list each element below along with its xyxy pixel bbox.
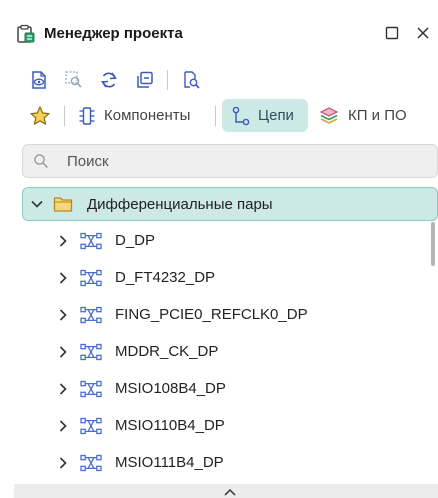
tree-item[interactable]: MSIO108B4_DP — [0, 371, 438, 408]
panel-title: Менеджер проекта — [44, 25, 183, 42]
maximize-button[interactable] — [382, 23, 402, 43]
tree-item[interactable]: MSIO111B4_DP — [0, 445, 438, 482]
tree-item[interactable]: MSIO110B4_DP — [0, 408, 438, 445]
tree-item-label: MDDR_CK_DP — [115, 343, 219, 360]
tab-pads-vias[interactable]: КП и ПО — [314, 99, 424, 132]
vertical-scrollbar-thumb[interactable] — [431, 222, 435, 266]
tree-item-label: D_FT4232_DP — [115, 269, 216, 286]
project-manager-icon — [16, 24, 36, 44]
net-tab-icon — [232, 106, 250, 126]
differential-pair-icon — [80, 454, 102, 472]
tree-item[interactable]: D_FT4232_DP — [0, 260, 438, 297]
chevron-right-icon[interactable] — [55, 455, 71, 471]
tree-group-label: Дифференциальные пары — [87, 196, 273, 213]
search-box[interactable] — [22, 144, 438, 178]
tree-group-differential-pairs[interactable]: Дифференциальные пары — [22, 187, 438, 221]
tab-pads-vias-label: КП и ПО — [348, 106, 407, 124]
zoom-selection-icon[interactable] — [62, 68, 86, 92]
tree-item-label: FING_PCIE0_REFCLK0_DP — [115, 306, 308, 323]
chevron-right-icon[interactable] — [55, 270, 71, 286]
chevron-right-icon[interactable] — [55, 233, 71, 249]
tab-components[interactable]: Компоненты — [74, 99, 212, 132]
refresh-icon[interactable] — [97, 68, 121, 92]
differential-pair-icon — [80, 306, 102, 324]
folder-icon — [53, 195, 73, 213]
differential-pair-icon — [80, 343, 102, 361]
differential-pair-icon — [80, 269, 102, 287]
chevron-right-icon[interactable] — [55, 307, 71, 323]
tree-item[interactable]: D_DP — [0, 223, 438, 260]
collapse-all-icon[interactable] — [133, 68, 157, 92]
tab-components-label: Компоненты — [104, 106, 191, 124]
search-icon — [33, 153, 49, 169]
tab-nets[interactable]: Цепи — [222, 99, 308, 132]
search-input[interactable] — [67, 149, 427, 173]
tree-item-label: MSIO110B4_DP — [115, 417, 225, 434]
differential-pair-icon — [80, 380, 102, 398]
chevron-up-icon[interactable] — [223, 485, 237, 497]
chevron-right-icon[interactable] — [55, 344, 71, 360]
tree-item-label: MSIO111B4_DP — [115, 454, 224, 471]
tab-divider — [64, 106, 65, 126]
differential-pair-icon — [80, 417, 102, 435]
close-button[interactable] — [413, 23, 433, 43]
layers-icon — [318, 105, 340, 127]
tree-item[interactable]: FING_PCIE0_REFCLK0_DP — [0, 297, 438, 334]
tree-item-label: D_DP — [115, 232, 156, 249]
favorites-star-icon[interactable] — [28, 104, 52, 128]
tree-item[interactable]: MDDR_CK_DP — [0, 334, 438, 371]
differential-pair-icon — [80, 232, 102, 250]
tab-divider — [215, 106, 216, 126]
panel-title-bar: Менеджер проекта — [0, 0, 438, 66]
find-document-icon[interactable] — [179, 68, 203, 92]
component-icon — [78, 106, 96, 126]
net-tree: Дифференциальные пары D_DP D_FT4232_DP FIN… — [0, 186, 438, 482]
chevron-right-icon[interactable] — [55, 418, 71, 434]
chevron-down-icon[interactable] — [29, 196, 45, 212]
tab-nets-label: Цепи — [258, 106, 294, 124]
toolbar — [0, 66, 438, 96]
scroll-up-bar[interactable] — [14, 484, 438, 498]
chevron-right-icon[interactable] — [55, 381, 71, 397]
toolbar-divider — [167, 70, 168, 90]
tree-item-label: MSIO108B4_DP — [115, 380, 226, 397]
view-document-icon[interactable] — [27, 68, 51, 92]
